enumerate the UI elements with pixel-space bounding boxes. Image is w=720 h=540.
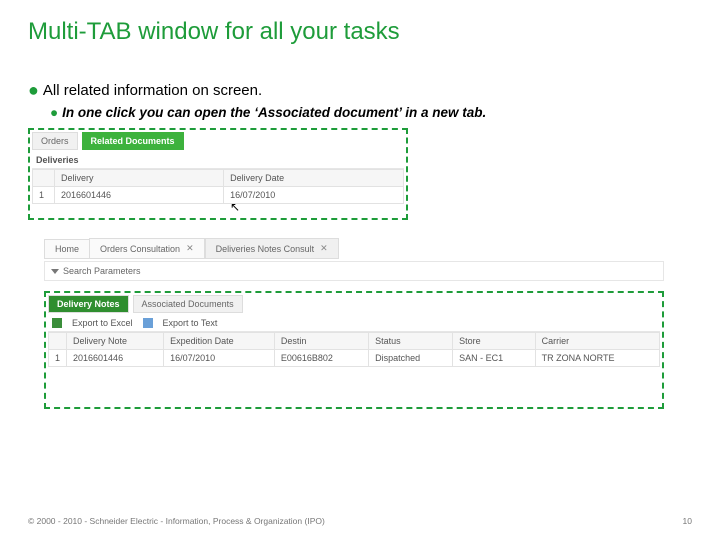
table-row[interactable]: 1 2016601446 16/07/2010 [33, 187, 404, 204]
cell-index: 1 [49, 350, 67, 367]
panel2-toolbar: Export to Excel Export to Text [48, 315, 660, 332]
table-header-row: Delivery Delivery Date [33, 170, 404, 187]
col-delivery: Delivery [55, 170, 224, 187]
cell-delivery: 2016601446 [55, 187, 224, 204]
col-delivery-date: Delivery Date [224, 170, 404, 187]
bullet-level1: ●All related information on screen. [28, 80, 692, 101]
bullet-level2-text: In one click you can open the ‘Associate… [62, 105, 486, 120]
cell-destin: E00616B802 [274, 350, 368, 367]
table-header-row: Delivery Note Expedition Date Destin Sta… [49, 333, 660, 350]
panel1-tabrow: Orders Related Documents [32, 132, 404, 150]
col-destin: Destin [274, 333, 368, 350]
browser-tab-label: Deliveries Notes Consult [216, 244, 315, 254]
highlight-box-bottom: Delivery Notes Associated Documents Expo… [44, 291, 664, 409]
copyright-text: © 2000 - 2010 - Schneider Electric - Inf… [28, 516, 325, 526]
slide-footer: © 2000 - 2010 - Schneider Electric - Inf… [28, 516, 692, 526]
browser-tabstrip: Home Orders Consultation ✕ Deliveries No… [44, 238, 692, 259]
panel2-tabrow: Delivery Notes Associated Documents [48, 295, 660, 313]
cell-store: SAN - EC1 [453, 350, 536, 367]
text-icon [143, 318, 153, 328]
panel2-table: Delivery Note Expedition Date Destin Sta… [48, 332, 660, 367]
browser-tab-label: Home [55, 244, 79, 254]
tab-orders[interactable]: Orders [32, 132, 78, 150]
col-store: Store [453, 333, 536, 350]
search-parameters-label: Search Parameters [63, 266, 141, 276]
bullet-level1-text: All related information on screen. [43, 82, 262, 99]
cursor-icon: ↖ [230, 200, 240, 214]
cell-index: 1 [33, 187, 55, 204]
col-expedition-date: Expedition Date [164, 333, 275, 350]
bullet-dot: ● [28, 80, 39, 100]
tab-delivery-notes[interactable]: Delivery Notes [48, 295, 129, 313]
bullet-level2: ● In one click you can open the ‘Associat… [50, 105, 692, 120]
export-excel-button[interactable]: Export to Excel [72, 318, 133, 328]
export-text-button[interactable]: Export to Text [163, 318, 218, 328]
col-status: Status [369, 333, 453, 350]
col-carrier: Carrier [535, 333, 659, 350]
search-parameters-bar[interactable]: Search Parameters [44, 261, 664, 281]
col-index [33, 170, 55, 187]
bullet-dot: ● [50, 105, 58, 120]
browser-tab-orders-consultation[interactable]: Orders Consultation ✕ [89, 238, 205, 259]
col-index [49, 333, 67, 350]
cell-delivery-date: 16/07/2010 [224, 187, 404, 204]
cell-carrier: TR ZONA NORTE [535, 350, 659, 367]
close-icon[interactable]: ✕ [320, 243, 328, 254]
browser-tab-label: Orders Consultation [100, 244, 180, 254]
browser-tab-home[interactable]: Home [44, 239, 89, 259]
table-row[interactable]: 1 2016601446 16/07/2010 E00616B802 Dispa… [49, 350, 660, 367]
col-delivery-note: Delivery Note [67, 333, 164, 350]
panel1-table: Delivery Delivery Date 1 2016601446 16/0… [32, 169, 404, 204]
cell-status: Dispatched [369, 350, 453, 367]
slide-title: Multi-TAB window for all your tasks [28, 18, 692, 46]
cell-delivery-note: 2016601446 [67, 350, 164, 367]
cell-expedition-date: 16/07/2010 [164, 350, 275, 367]
browser-tab-delivery-notes[interactable]: Deliveries Notes Consult ✕ [205, 238, 339, 259]
panel1-section-deliveries: Deliveries [32, 152, 404, 169]
tab-related-documents[interactable]: Related Documents [82, 132, 184, 150]
close-icon[interactable]: ✕ [186, 243, 194, 254]
highlight-box-top: Orders Related Documents Deliveries Deli… [28, 128, 408, 220]
chevron-down-icon [51, 269, 59, 274]
excel-icon [52, 318, 62, 328]
tab-associated-documents[interactable]: Associated Documents [133, 295, 243, 313]
page-number: 10 [683, 516, 692, 526]
